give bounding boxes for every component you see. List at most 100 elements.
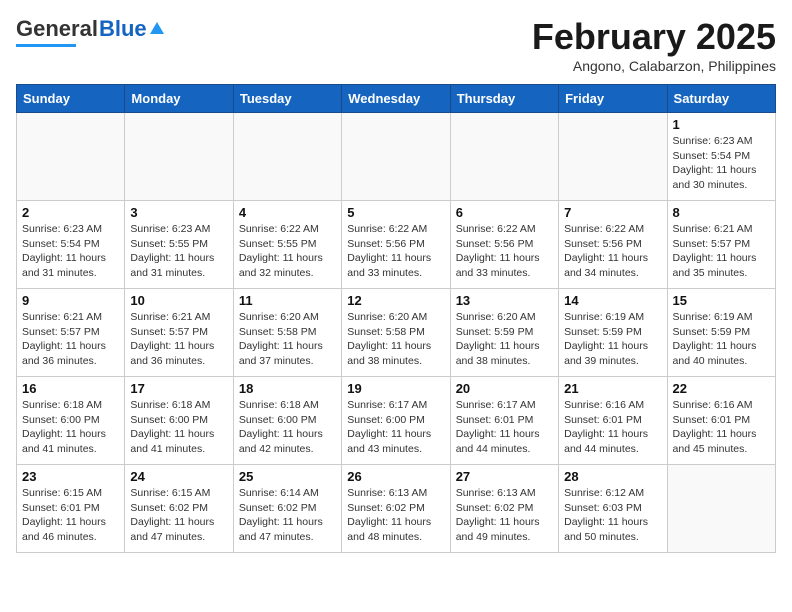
day-info: Sunrise: 6:17 AM Sunset: 6:00 PM Dayligh… xyxy=(347,398,444,457)
calendar-cell: 19 Sunrise: 6:17 AM Sunset: 6:00 PM Dayli… xyxy=(342,377,450,465)
day-number: 15 xyxy=(673,293,770,308)
day-info: Sunrise: 6:16 AM Sunset: 6:01 PM Dayligh… xyxy=(673,398,770,457)
calendar-cell xyxy=(450,113,558,201)
calendar-cell: 17Sunrise: 6:18 AM Sunset: 6:00 PM Dayli… xyxy=(125,377,233,465)
calendar-cell: 18 Sunrise: 6:18 AM Sunset: 6:00 PM Dayli… xyxy=(233,377,341,465)
day-number: 11 xyxy=(239,293,336,308)
page-header: General Blue February 2025 Angono, Calab… xyxy=(16,16,776,74)
col-header-thursday: Thursday xyxy=(450,85,558,113)
calendar-cell: 11 Sunrise: 6:20 AM Sunset: 5:58 PM Dayli… xyxy=(233,289,341,377)
day-number: 27 xyxy=(456,469,553,484)
day-info: Sunrise: 6:23 AM Sunset: 5:55 PM Dayligh… xyxy=(130,222,227,281)
day-number: 10 xyxy=(130,293,227,308)
location-subtitle: Angono, Calabarzon, Philippines xyxy=(532,58,776,74)
day-number: 17 xyxy=(130,381,227,396)
calendar-cell xyxy=(233,113,341,201)
calendar-cell: 7 Sunrise: 6:22 AM Sunset: 5:56 PM Daylig… xyxy=(559,201,667,289)
day-number: 18 xyxy=(239,381,336,396)
calendar-cell: 12 Sunrise: 6:20 AM Sunset: 5:58 PM Dayli… xyxy=(342,289,450,377)
calendar-cell: 28Sunrise: 6:12 AM Sunset: 6:03 PM Dayli… xyxy=(559,465,667,553)
calendar-week-2: 9Sunrise: 6:21 AM Sunset: 5:57 PM Daylig… xyxy=(17,289,776,377)
calendar-cell: 10Sunrise: 6:21 AM Sunset: 5:57 PM Dayli… xyxy=(125,289,233,377)
calendar-cell: 8Sunrise: 6:21 AM Sunset: 5:57 PM Daylig… xyxy=(667,201,775,289)
calendar-cell: 27 Sunrise: 6:13 AM Sunset: 6:02 PM Dayli… xyxy=(450,465,558,553)
calendar-cell: 20Sunrise: 6:17 AM Sunset: 6:01 PM Dayli… xyxy=(450,377,558,465)
calendar-cell xyxy=(342,113,450,201)
day-info: Sunrise: 6:22 AM Sunset: 5:56 PM Dayligh… xyxy=(456,222,553,281)
calendar-cell: 5 Sunrise: 6:22 AM Sunset: 5:56 PM Daylig… xyxy=(342,201,450,289)
col-header-friday: Friday xyxy=(559,85,667,113)
day-number: 5 xyxy=(347,205,444,220)
day-number: 1 xyxy=(673,117,770,132)
calendar-cell: 2 Sunrise: 6:23 AM Sunset: 5:54 PM Daylig… xyxy=(17,201,125,289)
calendar-header-row: SundayMondayTuesdayWednesdayThursdayFrid… xyxy=(17,85,776,113)
day-info: Sunrise: 6:20 AM Sunset: 5:58 PM Dayligh… xyxy=(239,310,336,369)
day-number: 13 xyxy=(456,293,553,308)
day-info: Sunrise: 6:15 AM Sunset: 6:02 PM Dayligh… xyxy=(130,486,227,545)
day-info: Sunrise: 6:19 AM Sunset: 5:59 PM Dayligh… xyxy=(673,310,770,369)
day-info: Sunrise: 6:22 AM Sunset: 5:56 PM Dayligh… xyxy=(347,222,444,281)
calendar-cell: 22 Sunrise: 6:16 AM Sunset: 6:01 PM Dayli… xyxy=(667,377,775,465)
day-number: 19 xyxy=(347,381,444,396)
calendar-cell xyxy=(17,113,125,201)
day-info: Sunrise: 6:16 AM Sunset: 6:01 PM Dayligh… xyxy=(564,398,661,457)
day-number: 28 xyxy=(564,469,661,484)
calendar-cell: 4 Sunrise: 6:22 AM Sunset: 5:55 PM Daylig… xyxy=(233,201,341,289)
calendar-week-3: 16 Sunrise: 6:18 AM Sunset: 6:00 PM Dayli… xyxy=(17,377,776,465)
day-number: 23 xyxy=(22,469,119,484)
col-header-sunday: Sunday xyxy=(17,85,125,113)
calendar-cell: 13Sunrise: 6:20 AM Sunset: 5:59 PM Dayli… xyxy=(450,289,558,377)
day-number: 22 xyxy=(673,381,770,396)
calendar-week-4: 23 Sunrise: 6:15 AM Sunset: 6:01 PM Dayli… xyxy=(17,465,776,553)
day-info: Sunrise: 6:23 AM Sunset: 5:54 PM Dayligh… xyxy=(22,222,119,281)
day-number: 26 xyxy=(347,469,444,484)
day-info: Sunrise: 6:13 AM Sunset: 6:02 PM Dayligh… xyxy=(456,486,553,545)
logo-general: General xyxy=(16,16,98,42)
calendar-cell xyxy=(559,113,667,201)
logo-triangle-icon xyxy=(149,20,165,36)
month-title: February 2025 xyxy=(532,16,776,58)
col-header-saturday: Saturday xyxy=(667,85,775,113)
day-info: Sunrise: 6:14 AM Sunset: 6:02 PM Dayligh… xyxy=(239,486,336,545)
day-info: Sunrise: 6:22 AM Sunset: 5:56 PM Dayligh… xyxy=(564,222,661,281)
calendar-cell: 1 Sunrise: 6:23 AM Sunset: 5:54 PM Daylig… xyxy=(667,113,775,201)
day-info: Sunrise: 6:18 AM Sunset: 6:00 PM Dayligh… xyxy=(239,398,336,457)
calendar-cell xyxy=(667,465,775,553)
day-number: 25 xyxy=(239,469,336,484)
calendar-week-0: 1 Sunrise: 6:23 AM Sunset: 5:54 PM Daylig… xyxy=(17,113,776,201)
calendar-cell: 15 Sunrise: 6:19 AM Sunset: 5:59 PM Dayli… xyxy=(667,289,775,377)
day-number: 16 xyxy=(22,381,119,396)
calendar-cell: 23 Sunrise: 6:15 AM Sunset: 6:01 PM Dayli… xyxy=(17,465,125,553)
calendar-cell: 9Sunrise: 6:21 AM Sunset: 5:57 PM Daylig… xyxy=(17,289,125,377)
calendar-cell: 3 Sunrise: 6:23 AM Sunset: 5:55 PM Daylig… xyxy=(125,201,233,289)
logo: General Blue xyxy=(16,16,165,47)
day-info: Sunrise: 6:19 AM Sunset: 5:59 PM Dayligh… xyxy=(564,310,661,369)
day-number: 21 xyxy=(564,381,661,396)
calendar-cell xyxy=(125,113,233,201)
day-info: Sunrise: 6:15 AM Sunset: 6:01 PM Dayligh… xyxy=(22,486,119,545)
day-number: 24 xyxy=(130,469,227,484)
day-info: Sunrise: 6:23 AM Sunset: 5:54 PM Dayligh… xyxy=(673,134,770,193)
calendar-cell: 24 Sunrise: 6:15 AM Sunset: 6:02 PM Dayli… xyxy=(125,465,233,553)
calendar-cell: 14 Sunrise: 6:19 AM Sunset: 5:59 PM Dayli… xyxy=(559,289,667,377)
calendar-cell: 16Sunrise: 6:18 AM Sunset: 6:00 PM Dayli… xyxy=(17,377,125,465)
calendar-cell: 21 Sunrise: 6:16 AM Sunset: 6:01 PM Dayli… xyxy=(559,377,667,465)
day-number: 14 xyxy=(564,293,661,308)
calendar-table: SundayMondayTuesdayWednesdayThursdayFrid… xyxy=(16,84,776,553)
day-info: Sunrise: 6:20 AM Sunset: 5:58 PM Dayligh… xyxy=(347,310,444,369)
day-number: 4 xyxy=(239,205,336,220)
day-number: 6 xyxy=(456,205,553,220)
day-number: 2 xyxy=(22,205,119,220)
day-info: Sunrise: 6:21 AM Sunset: 5:57 PM Dayligh… xyxy=(22,310,119,369)
day-info: Sunrise: 6:22 AM Sunset: 5:55 PM Dayligh… xyxy=(239,222,336,281)
calendar-cell: 6 Sunrise: 6:22 AM Sunset: 5:56 PM Daylig… xyxy=(450,201,558,289)
title-block: February 2025 Angono, Calabarzon, Philip… xyxy=(532,16,776,74)
logo-blue: Blue xyxy=(99,16,147,42)
col-header-wednesday: Wednesday xyxy=(342,85,450,113)
day-number: 7 xyxy=(564,205,661,220)
day-number: 3 xyxy=(130,205,227,220)
day-number: 12 xyxy=(347,293,444,308)
col-header-tuesday: Tuesday xyxy=(233,85,341,113)
day-info: Sunrise: 6:17 AM Sunset: 6:01 PM Dayligh… xyxy=(456,398,553,457)
col-header-monday: Monday xyxy=(125,85,233,113)
